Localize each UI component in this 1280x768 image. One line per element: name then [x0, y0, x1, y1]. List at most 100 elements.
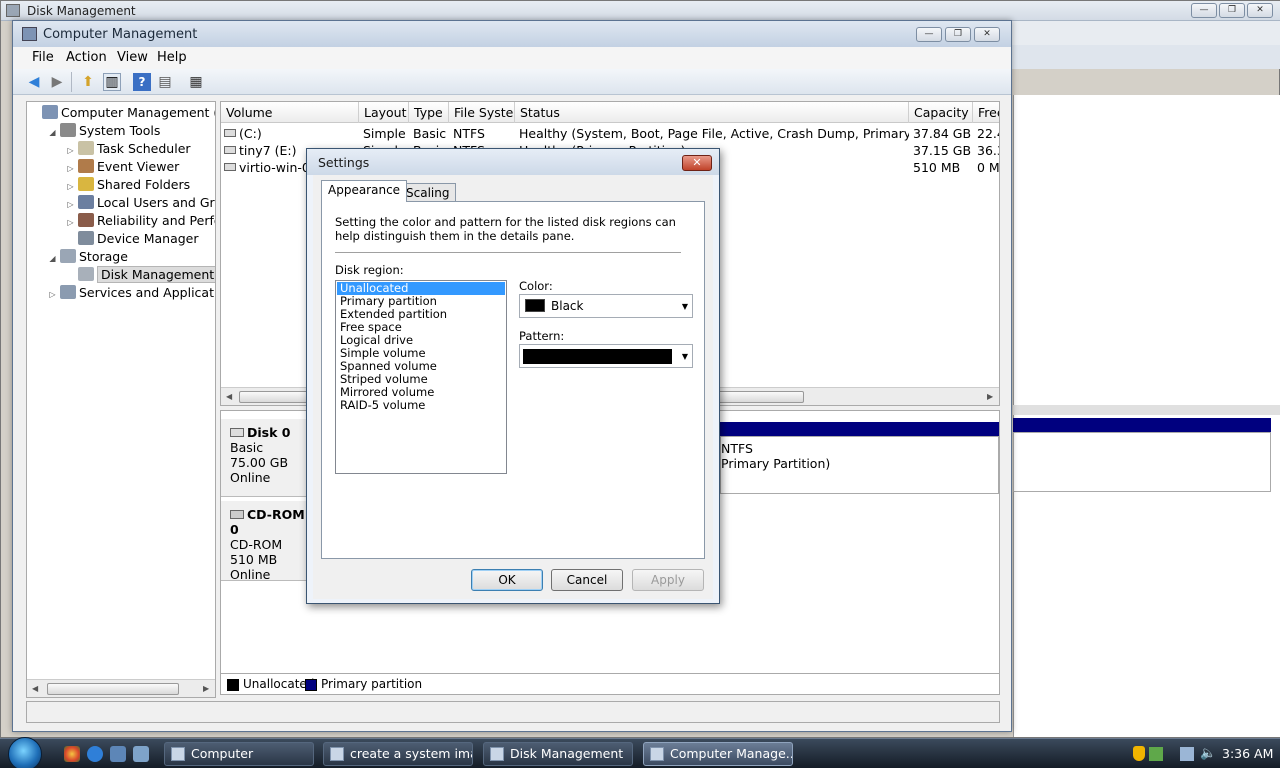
dialog-close-button[interactable]: ✕: [682, 155, 712, 171]
drive-icon: [224, 129, 236, 137]
column-header[interactable]: Capacity: [909, 102, 973, 123]
cdrom-0-label[interactable]: CD-ROM 0 CD-ROM 510 MB Online: [221, 501, 316, 582]
apply-button[interactable]: Apply: [632, 569, 704, 591]
disk-region-item[interactable]: RAID-5 volume: [337, 399, 505, 412]
tree-node-label: Event Viewer: [97, 159, 180, 174]
legend-primary-label: Primary partition: [321, 677, 423, 691]
switch-windows-icon[interactable]: [133, 746, 149, 762]
pattern-label: Pattern:: [519, 329, 565, 343]
legend-primary-swatch: [305, 679, 317, 691]
tree-node[interactable]: Disk Management: [29, 266, 215, 284]
close-button[interactable]: ✕: [1247, 3, 1273, 18]
tree-node[interactable]: Computer Management (Local: [29, 104, 215, 122]
menu-view[interactable]: View: [117, 50, 148, 65]
up-folder-icon[interactable]: ⬆: [79, 73, 97, 91]
show-hide-tree-icon[interactable]: ▥: [103, 73, 121, 91]
tree-scroll-thumb[interactable]: [47, 683, 179, 695]
cm-minimize-button[interactable]: —: [916, 27, 942, 42]
tree-node[interactable]: ◢ System Tools: [29, 122, 215, 142]
ok-button[interactable]: OK: [471, 569, 543, 591]
scroll-right-icon[interactable]: ▶: [203, 684, 209, 693]
tab-scaling[interactable]: Scaling: [399, 183, 457, 202]
color-value: Black: [551, 299, 584, 313]
cm-close-button[interactable]: ✕: [974, 27, 1000, 42]
tree-node[interactable]: ▷Local Users and Groups: [29, 194, 215, 212]
cdrom-0-size: 510 MB: [230, 552, 278, 567]
taskbar-button[interactable]: Computer: [164, 742, 314, 766]
tree-node[interactable]: ▷ Shared Folders: [29, 176, 215, 194]
disk-0-status: Online: [230, 470, 271, 485]
color-swatch: [525, 299, 545, 312]
column-header[interactable]: Free S: [973, 102, 999, 123]
menu-action[interactable]: Action: [66, 50, 107, 65]
chrome-icon[interactable]: [64, 746, 80, 762]
volume-cell: Basic: [413, 126, 447, 141]
taskbar-button-label: Computer: [191, 746, 254, 761]
column-header[interactable]: Layout: [359, 102, 409, 123]
minimize-button[interactable]: —: [1191, 3, 1217, 18]
collapse-arrow-icon[interactable]: ◢: [47, 124, 58, 142]
properties-icon[interactable]: ▤: [156, 73, 174, 91]
help-icon[interactable]: ?: [133, 73, 151, 91]
bg-splitter[interactable]: [1013, 405, 1280, 415]
tree-node-label: Reliability and Performa: [97, 213, 215, 228]
maximize-button[interactable]: ❐: [1219, 3, 1245, 18]
start-button[interactable]: [8, 737, 42, 768]
tree-node[interactable]: ▷ Services and Applications: [29, 284, 215, 304]
taskbar-button[interactable]: Computer Manage...: [643, 742, 793, 766]
taskbar: Computer create a system ima... Disk Manag…: [0, 737, 1280, 768]
tree-horizontal-scrollbar[interactable]: ◀ ▶: [27, 679, 215, 697]
column-header[interactable]: Status: [515, 102, 909, 123]
column-header[interactable]: Volume: [221, 102, 359, 123]
tree-node[interactable]: ▷ Event Viewer: [29, 158, 215, 176]
tree-node-label: Device Manager: [97, 231, 199, 246]
expand-arrow-icon[interactable]: ▷: [47, 286, 58, 304]
volume-icon[interactable]: 🔈: [1200, 746, 1216, 761]
internet-explorer-icon[interactable]: [87, 746, 103, 762]
tree-node[interactable]: Device Manager: [29, 230, 215, 248]
color-label: Color:: [519, 279, 553, 293]
bg-menubar: [1011, 21, 1280, 45]
tab-appearance[interactable]: Appearance: [321, 180, 408, 202]
disk-0-label[interactable]: Disk 0 Basic 75.00 GB Online: [221, 419, 316, 497]
forward-arrow-icon[interactable]: ▶: [48, 73, 66, 91]
tree-node[interactable]: ▷Reliability and Performa: [29, 212, 215, 230]
taskbar-button[interactable]: create a system ima...: [323, 742, 473, 766]
clock[interactable]: 3:36 AM: [1222, 746, 1273, 761]
back-arrow-icon[interactable]: ◀: [25, 73, 43, 91]
collapse-arrow-icon[interactable]: ◢: [47, 250, 58, 268]
network-icon[interactable]: [1180, 747, 1194, 761]
pattern-dropdown[interactable]: ▼: [519, 344, 693, 368]
disk-0-name: Disk 0: [247, 425, 291, 440]
show-desktop-icon[interactable]: [110, 746, 126, 762]
menu-file[interactable]: File: [32, 50, 54, 65]
column-header[interactable]: File System: [449, 102, 515, 123]
color-dropdown[interactable]: Black ▼: [519, 294, 693, 318]
taskbar-button[interactable]: Disk Management: [483, 742, 633, 766]
network-status-icon[interactable]: [1149, 747, 1163, 761]
volume-cell: Simple: [363, 126, 406, 141]
legend-bar: Unallocated Primary partition: [220, 673, 1000, 695]
menu-help[interactable]: Help: [157, 50, 187, 65]
cancel-button[interactable]: Cancel: [551, 569, 623, 591]
disk-management-title: Disk Management: [27, 4, 136, 18]
partition-color-band: [720, 422, 999, 436]
partition-block[interactable]: NTFS Primary Partition): [720, 436, 999, 494]
tree-node-icon: [42, 105, 58, 119]
cm-restore-button[interactable]: ❐: [945, 27, 971, 42]
tree-node-label: Shared Folders: [97, 177, 191, 192]
settings-icon[interactable]: ▦: [187, 73, 205, 91]
shield-icon[interactable]: [1133, 746, 1145, 761]
scroll-left-icon[interactable]: ◀: [226, 392, 232, 401]
volume-row[interactable]: (C:) Simple Basic NTFS Healthy (System, Boot…: [221, 125, 999, 142]
tree-node-icon: [78, 231, 94, 245]
tree-node[interactable]: ◢ Storage: [29, 248, 215, 268]
settings-dialog-title: Settings: [318, 155, 370, 170]
tree-node[interactable]: ▷ Task Scheduler: [29, 140, 215, 158]
disk-region-listbox[interactable]: Unallocated Primary partition Extended par…: [335, 280, 507, 474]
scroll-left-icon[interactable]: ◀: [32, 684, 38, 693]
taskbar-app-icon: [650, 747, 664, 761]
column-header[interactable]: Type: [409, 102, 449, 123]
scroll-right-icon[interactable]: ▶: [987, 392, 993, 401]
taskbar-app-icon: [490, 747, 504, 761]
